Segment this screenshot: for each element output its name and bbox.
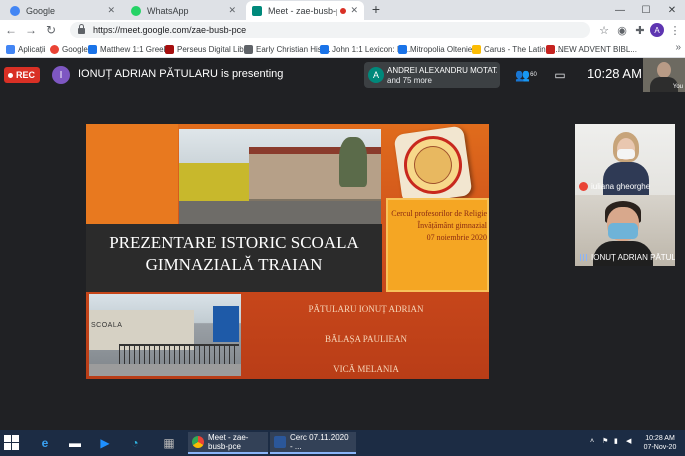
- taskbar-app-chrome[interactable]: Meet - zae-busb-pce: [188, 432, 268, 454]
- close-icon[interactable]: ✕: [107, 5, 115, 16]
- presenter-status: IONUȚ ADRIAN PĂTULARU is presenting: [78, 68, 284, 80]
- apps-grid-icon: [6, 44, 15, 54]
- meeting-clock: 10:28 AM: [587, 66, 642, 81]
- bookmark-matthew[interactable]: Matthew 1:1 Greek...: [88, 43, 174, 55]
- google-icon: [10, 5, 20, 16]
- presenter-avatar: I: [52, 66, 70, 84]
- windows-start-icon[interactable]: [4, 435, 20, 451]
- flag-icon[interactable]: ⚑: [602, 438, 610, 446]
- bookmark-icon: [472, 44, 481, 54]
- bookmark-icon: [398, 44, 407, 54]
- participant-tile[interactable]: IONUȚ ADRIAN PĂTULA...: [575, 195, 675, 266]
- people-icon[interactable]: 👥 60: [515, 67, 537, 83]
- system-tray: ˄ ⚑ ▮ ◀: [590, 438, 634, 446]
- bookmark-icon: [546, 44, 555, 54]
- browser-toolbar: ← → ↻ https://meet.google.com/zae-busb-p…: [0, 20, 685, 40]
- tab-meet[interactable]: Meet - zae-busb-pce ✕: [246, 1, 364, 20]
- bookmark-mitropolia[interactable]: Mitropolia Olteniei: [398, 43, 474, 55]
- mic-off-icon: [579, 182, 588, 191]
- bookmark-early-christian[interactable]: Early Christian Hist...: [244, 43, 331, 55]
- tab-whatsapp[interactable]: WhatsApp ✕: [125, 1, 242, 20]
- presentation-slide: PREZENTARE ISTORIC SCOALA GIMNAZIALĂ TRA…: [86, 124, 489, 379]
- participant-avatar: A: [368, 67, 384, 83]
- slide-info: Cercul profesorilor de Religie Învățămân…: [391, 209, 487, 242]
- browser-tab-strip: Google ✕ WhatsApp ✕ Meet - zae-busb-pce …: [0, 0, 685, 20]
- record-dot-icon: [8, 72, 13, 78]
- url-text: https://meet.google.com/zae-busb-pce: [93, 25, 247, 35]
- whatsapp-icon: [131, 5, 141, 16]
- profile-avatar[interactable]: A: [650, 23, 664, 37]
- meet-icon: [252, 5, 262, 16]
- bookmark-new-advent[interactable]: NEW ADVENT BIBL...: [546, 43, 637, 55]
- new-tab-button[interactable]: +: [368, 2, 384, 18]
- school-photo-top: [179, 129, 381, 224]
- windows-taskbar: e ▬ ▶ ◔ ▦ Meet - zae-busb-pce Cerc 07.11…: [0, 430, 685, 456]
- google-icon: [50, 44, 59, 54]
- window-controls: — ☐ ✕: [607, 0, 685, 20]
- maximize-icon[interactable]: ☐: [633, 0, 659, 20]
- puzzle-icon[interactable]: ✚: [632, 22, 648, 38]
- word-icon: [274, 436, 286, 448]
- participants-summary[interactable]: A ANDREI ALEXANDRU MOTATAE... and 75 mor…: [364, 62, 500, 88]
- participant-tile[interactable]: iuliana gheorghe: [575, 124, 675, 195]
- more-bookmarks-icon[interactable]: »: [675, 42, 681, 53]
- bookmark-icon: [320, 44, 329, 54]
- close-icon[interactable]: ✕: [228, 5, 236, 16]
- reload-icon[interactable]: ↻: [42, 21, 60, 39]
- lock-icon: [78, 24, 85, 34]
- menu-dots-icon[interactable]: ⋮: [667, 22, 683, 38]
- tab-google[interactable]: Google ✕: [4, 1, 121, 20]
- taskbar-clock[interactable]: 10:28 AM 07-Nov-20: [640, 434, 680, 452]
- close-window-icon[interactable]: ✕: [659, 0, 685, 20]
- address-bar[interactable]: https://meet.google.com/zae-busb-pce: [70, 22, 590, 38]
- meet-top-bar: REC I IONUȚ ADRIAN PĂTULARU is presentin…: [0, 58, 685, 92]
- extension-icon[interactable]: ◉: [614, 22, 630, 38]
- chevron-up-icon[interactable]: ˄: [590, 438, 598, 446]
- bookmark-apps[interactable]: Aplicații: [6, 43, 46, 55]
- bookmark-icon: [244, 44, 253, 54]
- bookmark-john[interactable]: John 1:1 Lexicon: In...: [320, 43, 410, 55]
- bookmark-icon: [88, 44, 97, 54]
- media-player-icon[interactable]: ▶: [96, 434, 114, 452]
- star-icon[interactable]: ☆: [596, 22, 612, 38]
- recording-indicator-icon: [340, 7, 347, 14]
- slide-title: PREZENTARE ISTORIC SCOALA GIMNAZIALĂ TRA…: [109, 233, 359, 274]
- edge-icon[interactable]: ◔: [126, 434, 144, 452]
- chat-icon[interactable]: ▭: [550, 67, 570, 83]
- chrome-icon: [192, 436, 204, 448]
- app-icon[interactable]: ▦: [160, 434, 178, 452]
- bookmarks-bar: Aplicații Google Matthew 1:1 Greek... Pe…: [0, 40, 685, 58]
- volume-icon[interactable]: ◀: [626, 438, 634, 446]
- network-icon[interactable]: ▮: [614, 438, 622, 446]
- bookmark-google[interactable]: Google: [50, 43, 88, 55]
- forward-icon[interactable]: →: [22, 21, 40, 39]
- internet-explorer-icon[interactable]: e: [36, 434, 54, 452]
- bookmark-icon: [165, 44, 174, 54]
- bookmark-perseus[interactable]: Perseus Digital Libr...: [165, 43, 253, 55]
- school-photo-bottom: SCOALA: [89, 294, 241, 376]
- self-view-thumbnail[interactable]: You: [643, 58, 685, 92]
- taskbar-app-word[interactable]: Cerc 07.11.2020 - ...: [270, 432, 356, 454]
- back-icon[interactable]: ←: [2, 21, 20, 39]
- recording-badge: REC: [4, 67, 40, 83]
- file-explorer-icon[interactable]: ▬: [66, 434, 84, 452]
- close-icon[interactable]: ✕: [350, 5, 358, 16]
- speaking-icon: [580, 254, 588, 261]
- school-logo: [393, 125, 473, 205]
- minimize-icon[interactable]: —: [607, 0, 633, 20]
